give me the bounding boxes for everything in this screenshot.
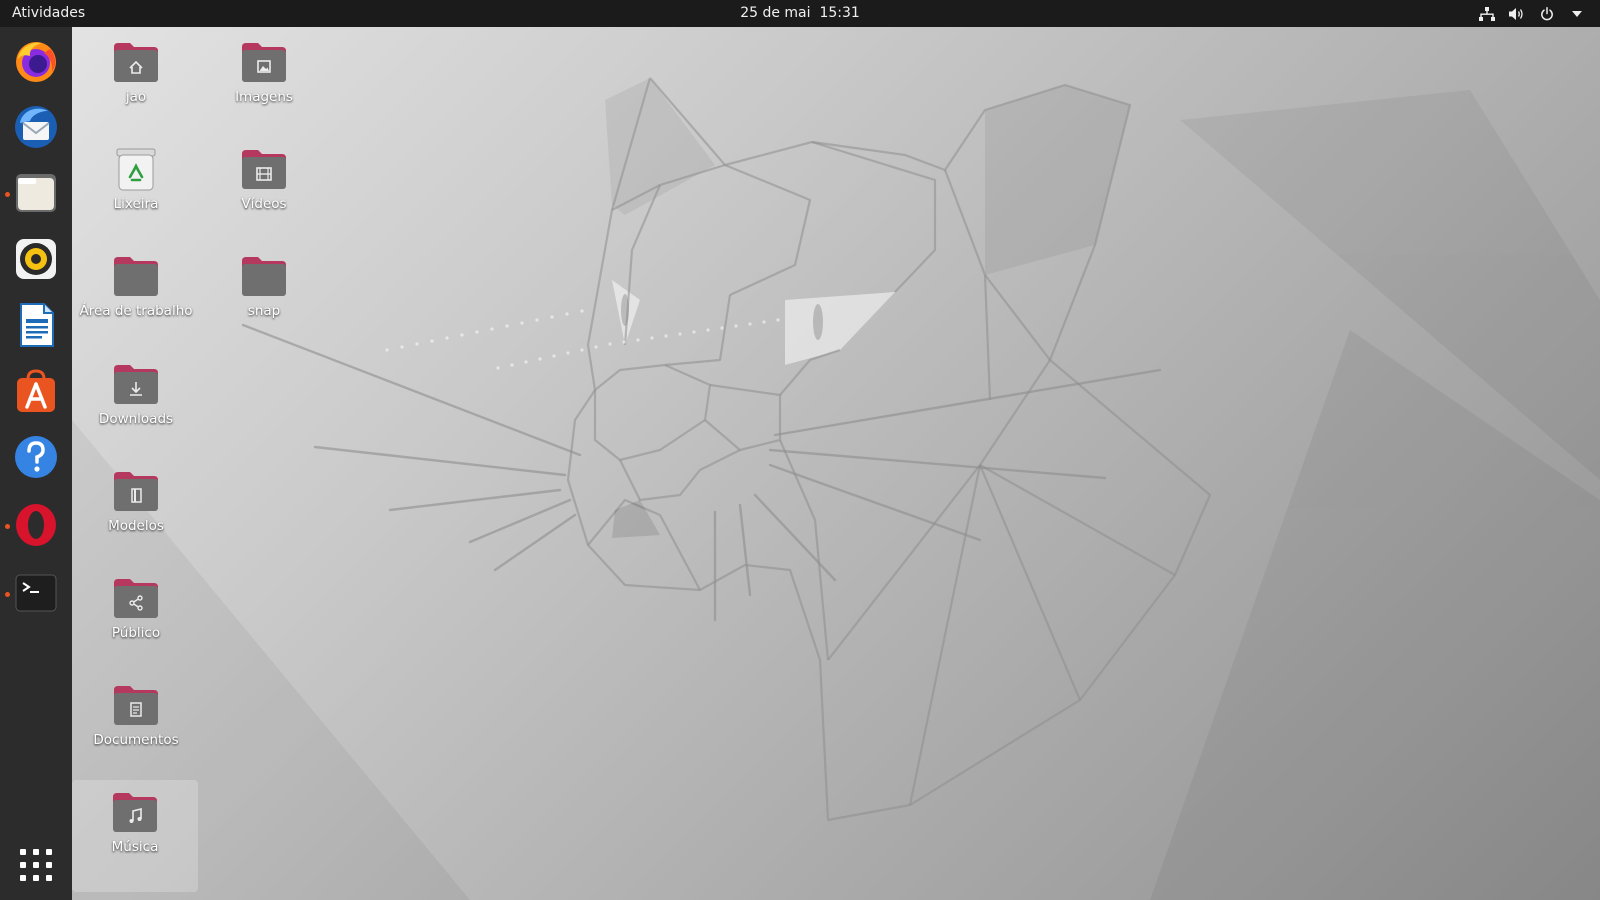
volume-icon[interactable] (1508, 5, 1526, 23)
documents-folder-icon (114, 686, 158, 725)
desktop-icon-label: Downloads (98, 411, 174, 427)
thunderbird-icon (15, 106, 57, 148)
desktop-icon-videos[interactable]: Vídeos (202, 137, 326, 243)
menu-arrow-icon[interactable] (1568, 5, 1586, 23)
videos-folder-icon (242, 150, 286, 189)
desktop-icon-label: Documentos (93, 732, 179, 748)
desktop-icon-snap[interactable]: snap (202, 244, 326, 350)
rhythmbox-icon (16, 239, 56, 279)
templates-folder-icon (114, 472, 158, 511)
desktop-icon-label: Vídeos (241, 196, 287, 212)
desktop-icon-label: Área de trabalho (79, 303, 193, 319)
clock-time: 15:31 (819, 5, 860, 21)
opera-icon (16, 504, 56, 546)
desktop-icon-label: Música (111, 839, 159, 855)
desktop-icon-musica[interactable]: Música (72, 780, 198, 892)
public-folder-icon (114, 579, 158, 618)
activities-button[interactable]: Atividades (12, 5, 85, 21)
dock (0, 27, 72, 900)
desktop-icon-label: snap (247, 303, 281, 319)
folder-icon (242, 257, 286, 296)
dock-item-libreoffice-writer[interactable] (10, 299, 62, 351)
files-icon (16, 174, 56, 212)
dock-item-files[interactable] (10, 167, 62, 219)
trash-icon (116, 148, 156, 191)
desktop-icon-lixeira[interactable]: Lixeira (74, 137, 198, 243)
dock-item-rhythmbox[interactable] (10, 233, 62, 285)
folder-icon (114, 257, 158, 296)
downloads-folder-icon (114, 365, 158, 404)
desktop-icon-modelos[interactable]: Modelos (74, 459, 198, 565)
grid-icon[interactable] (16, 845, 56, 885)
pictures-folder-icon (242, 43, 286, 82)
desktop-icon-publico[interactable]: Público (74, 566, 198, 672)
network-icon[interactable] (1478, 5, 1496, 23)
desktop-icon-area-de-trabalho[interactable]: Área de trabalho (74, 244, 198, 350)
desktop-icon-label: jao (125, 89, 147, 105)
home-folder-icon (114, 43, 158, 82)
writer-icon (20, 303, 54, 347)
system-tray[interactable] (1478, 0, 1586, 27)
desktop-icon-label: Modelos (108, 518, 164, 534)
dock-item-help[interactable] (10, 431, 62, 483)
software-icon (17, 369, 55, 412)
desktop-icon-downloads[interactable]: Downloads (74, 352, 198, 458)
clock-button[interactable]: 25 de mai 15:31 (740, 5, 860, 21)
music-folder-icon (113, 793, 157, 832)
dock-item-firefox[interactable] (10, 35, 62, 87)
clock-date: 25 de mai (740, 5, 811, 21)
desktop-icon-imagens[interactable]: Imagens (202, 30, 326, 136)
desktop-icon-jao[interactable]: jao (74, 30, 198, 136)
desktop-icon-label: Lixeira (113, 196, 159, 212)
help-icon (15, 436, 57, 478)
power-icon[interactable] (1538, 5, 1556, 23)
desktop-icon-label: Imagens (235, 89, 293, 105)
dock-item-terminal[interactable] (10, 567, 62, 619)
dock-item-thunderbird[interactable] (10, 101, 62, 153)
dock-item-opera[interactable] (10, 499, 62, 551)
desktop-icon-documentos[interactable]: Documentos (74, 673, 198, 779)
firefox-icon (16, 42, 56, 82)
desktop-icon-label: Público (111, 625, 161, 641)
clock-area: 25 de mai 15:31 (0, 5, 1600, 21)
dock-item-ubuntu-software[interactable] (10, 365, 62, 417)
terminal-icon (15, 574, 57, 612)
top-bar: Atividades 25 de mai 15:31 (0, 0, 1600, 27)
